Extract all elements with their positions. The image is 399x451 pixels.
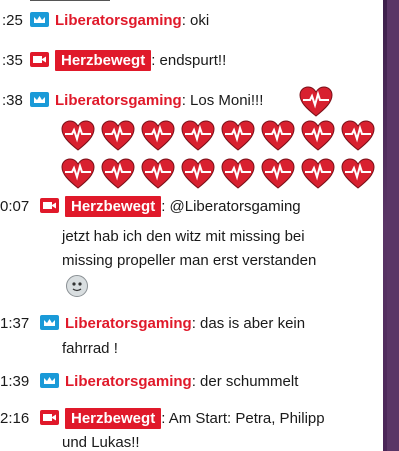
face-emote-icon [66,275,88,297]
username[interactable]: Liberatorsgaming [55,92,182,109]
username[interactable]: Herzbewegt [65,408,162,429]
heart-ecg-icon [220,120,256,154]
message-text: : der schummelt [191,373,299,390]
heart-ecg-icon [180,158,216,192]
camera-icon [40,410,59,425]
heart-ecg-icon [180,120,216,154]
username[interactable]: Herzbewegt [65,196,162,217]
crown-icon [40,373,59,388]
heart-ecg-icon [300,158,336,192]
timestamp: :35 [2,52,23,69]
username[interactable]: Liberatorsgaming [65,315,192,332]
message-text-line: missing propeller man erst verstanden [62,252,317,269]
heart-ecg-icon [340,158,376,192]
crown-icon [30,92,49,107]
message-text-line: jetzt hab ich den witz mit missing bei [62,228,305,245]
timestamp: 1:37 [0,315,30,332]
camera-icon [40,198,59,213]
message-text: : Los Moni!!! [181,92,264,109]
message-text: : @Liberatorsgaming [161,198,301,215]
message-text-line: fahrrad ! [62,340,118,357]
username[interactable]: Liberatorsgaming [55,12,182,29]
message-text-line: und Lukas!! [62,434,140,451]
crown-icon [30,12,49,27]
username[interactable]: Herzbewegt [55,50,152,71]
message-text: : das is aber kein [191,315,306,332]
timestamp: 1:39 [0,373,30,390]
camera-icon [30,52,49,67]
heart-ecg-icon [260,158,296,192]
crown-icon [40,315,59,330]
heart-ecg-icon [300,120,336,154]
chat-panel: :25 Liberatorsgaming: oki :35 Herzbewegt… [0,0,383,451]
heart-ecg-icon [340,120,376,154]
heart-ecg-icon [100,158,136,192]
message-text: : Am Start: Petra, Philipp [161,410,325,427]
heart-emote-grid [60,120,380,196]
timestamp: 2:16 [0,410,30,427]
heart-ecg-icon [100,120,136,154]
message-text: : endspurt!! [151,52,227,69]
heart-ecg-icon [260,120,296,154]
heart-ecg-icon [220,158,256,192]
heart-ecg-icon [140,120,176,154]
username[interactable]: Liberatorsgaming [65,373,192,390]
message-text: : oki [181,12,210,29]
heart-ecg-icon [60,120,96,154]
timestamp: 0:07 [0,198,30,215]
timestamp: :38 [2,92,23,109]
heart-ecg-icon [60,158,96,192]
timestamp: :25 [2,12,23,29]
heart-ecg-icon [140,158,176,192]
